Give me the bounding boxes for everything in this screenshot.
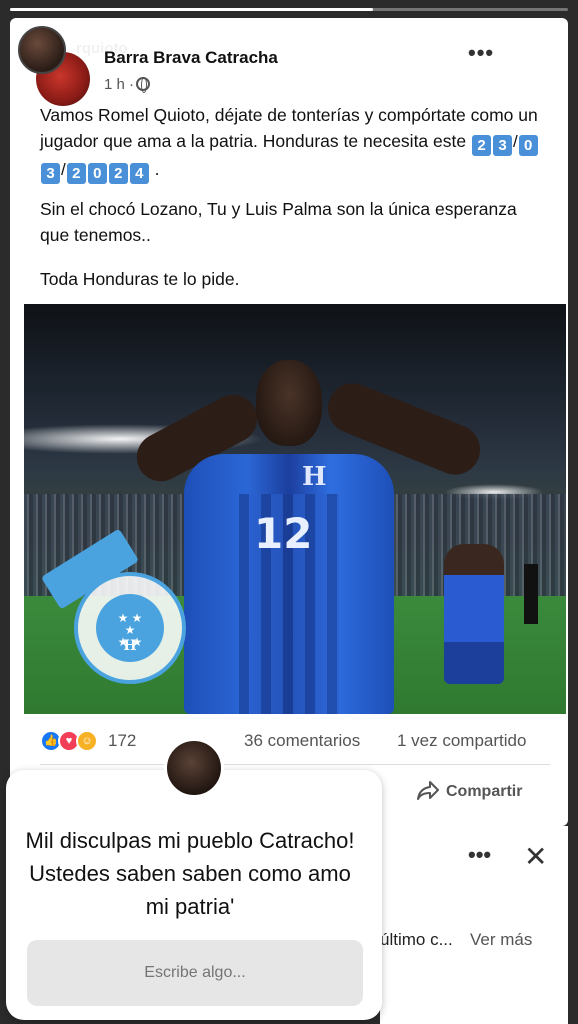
post-paragraph-2: Sin el chocó Lozano, Tu y Luis Palma son… [40,199,517,245]
watermark-inner: ★ ★ ★ ★ ★ H [96,594,164,662]
jersey-crest: H [302,462,327,492]
teammate-figure [444,544,504,684]
share-button[interactable]: Compartir [416,780,522,804]
share-label: Compartir [446,783,523,800]
watermark-logo: ★ ★ ★ ★ ★ H [74,572,186,684]
post-text-body: Vamos Romel Quioto, déjate de tonterías … [40,105,538,151]
reaction-count: 172 [108,731,137,750]
watermark-letter: H [123,638,137,654]
close-icon[interactable]: ✕ [524,30,560,70]
player-head [256,360,322,446]
post-time: 1 h · [104,76,135,93]
divider [40,764,550,765]
date-separator: / [512,132,518,151]
story-frame: rquioto Barra Brava Catracha 1 h · ••• ✕… [0,0,578,1024]
date-end: . [154,159,160,179]
date-digit: 2 [108,163,128,184]
post-paragraph-1: Vamos Romel Quioto, déjate de tonterías … [40,102,540,184]
comments-count[interactable]: 36 comentarios [244,731,360,751]
corner-flag [524,564,538,624]
date-digit: 4 [129,163,149,184]
story-progress-fill [10,8,373,11]
haha-icon: ☺ [76,730,98,752]
post-paragraph-3: Toda Honduras te lo pide. [40,269,240,289]
reply-avatar[interactable] [164,738,224,798]
reply-message: Mil disculpas mi pueblo Catracho! Ustede… [25,828,355,919]
shirt-number: 12 [254,509,313,558]
story-progress-bar [10,8,568,11]
globe-icon [136,77,150,93]
see-more-link[interactable]: Ver más [470,930,532,950]
date-digit: 3 [492,135,512,156]
share-icon [417,781,439,800]
story-avatar[interactable] [18,26,66,74]
post-photo[interactable]: 12 H ★ ★ ★ ★ ★ H [24,304,566,714]
more-options-icon[interactable]: ••• [468,40,494,66]
date-digit: 2 [66,163,86,184]
close-icon[interactable]: ✕ [524,840,547,873]
next-post-snippet: último c... [380,930,453,949]
shares-count[interactable]: 1 vez compartido [397,731,526,751]
reply-input[interactable] [27,940,363,1006]
date-digit: 0 [518,135,538,156]
date-digit: 0 [87,163,107,184]
page-name[interactable]: Barra Brava Catracha [104,48,278,68]
more-options-icon[interactable]: ••• [468,842,491,868]
date-digit: 3 [41,163,60,184]
date-digit: 2 [471,135,491,156]
date-separator: / [61,160,66,179]
